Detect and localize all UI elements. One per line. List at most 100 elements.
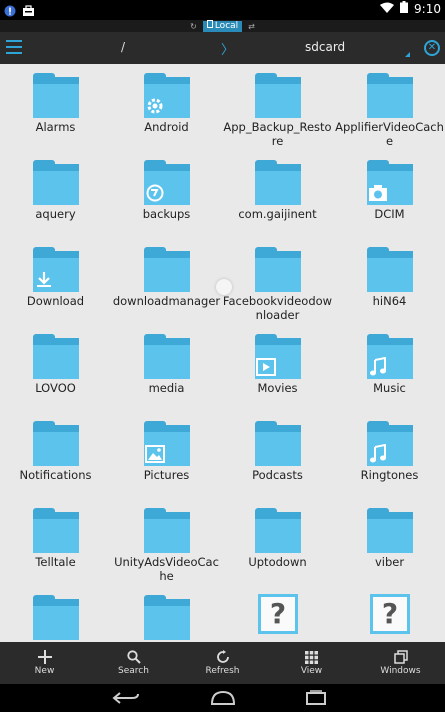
folder-item[interactable]: Uptodown [222,499,333,586]
new-button[interactable]: New [0,642,89,684]
folder-icon [33,334,79,379]
unknown-file-icon: ? [258,594,298,634]
back-icon[interactable] [112,690,140,706]
picture-icon [144,443,166,465]
folder-item[interactable]: Facebookvideodownloader [222,238,333,325]
folder-item[interactable]: media [111,325,222,412]
refresh-button[interactable]: Refresh [178,642,267,684]
folder-icon [367,247,413,292]
folder-icon [33,508,79,553]
folder-icon [255,73,301,118]
folder-icon [367,421,413,466]
music-note-icon [367,443,389,465]
folder-icon [255,508,301,553]
folder-name: com.gaijinent [238,207,317,221]
folder-name: media [148,381,185,395]
folder-icon [144,595,190,640]
folder-item[interactable]: App_Backup_Restore [222,64,333,151]
play-icon [255,356,277,378]
folder-name: Ringtones [360,468,419,482]
folder-icon [144,334,190,379]
location-tab-strip: ↻ Local ⇄ [0,20,445,32]
folder-icon [255,247,301,292]
folder-item[interactable]: Alarms [0,64,111,151]
folder-item[interactable] [0,586,111,642]
folder-name: UnityAdsVideoCache [114,555,219,583]
download-icon [33,269,55,291]
folder-icon [144,247,190,292]
folder-item[interactable]: aquery [0,151,111,238]
status-time: 9:10 [414,1,441,16]
notification-info-icon [4,2,16,21]
system-nav-bar [0,684,445,712]
view-button-label: View [300,665,323,676]
folder-name: Telltale [35,555,76,569]
folder-item[interactable]: Notifications [0,412,111,499]
folder-icon [255,421,301,466]
folder-item[interactable]: LOVOO [0,325,111,412]
folder-item[interactable]: Android [111,64,222,151]
folder-name: viber [374,555,405,569]
folder-item[interactable]: com.gaijinent [222,151,333,238]
folder-item[interactable]: Movies [222,325,333,412]
path-separator-icon: 〉 [221,43,235,58]
folder-name: downloadmanager [112,294,221,308]
file-item[interactable]: ? [222,586,333,642]
folder-item[interactable]: Download [0,238,111,325]
folder-item[interactable]: ApplifierVideoCache [334,64,445,151]
folder-item[interactable]: Podcasts [222,412,333,499]
search-icon [126,650,141,664]
folder-name: aquery [35,207,76,221]
backup-icon [144,182,166,204]
menu-icon[interactable] [6,40,22,54]
folder-name: Movies [257,381,298,395]
folder-item[interactable]: downloadmanager [111,238,222,325]
folder-icon [33,421,79,466]
new-button-label: New [34,666,55,676]
search-button-label: Search [118,666,149,676]
folder-icon [144,160,190,205]
folder-icon [33,160,79,205]
folder-item[interactable]: viber [334,499,445,586]
folder-item[interactable] [111,586,222,642]
folder-icon [144,508,190,553]
home-icon[interactable] [208,690,238,706]
folder-name: Podcasts [252,468,303,482]
folder-item[interactable]: Telltale [0,499,111,586]
path-toolbar: / 〉 sdcard ✕ [0,32,445,64]
folder-item[interactable]: hiN64 [334,238,445,325]
folder-item[interactable]: Ringtones [334,412,445,499]
folder-name: backups [142,207,191,221]
folder-name: Pictures [143,468,190,482]
folder-item[interactable]: Pictures [111,412,222,499]
gear-icon [144,95,166,117]
refresh-icon [216,650,229,663]
path-root[interactable]: / [121,40,125,54]
path-dropdown-icon[interactable] [405,52,410,57]
folder-name: Facebookvideodownloader [222,294,333,322]
path-current-folder[interactable]: sdcard [305,40,345,54]
folder-item[interactable]: Music [334,325,445,412]
camera-icon [367,182,389,204]
folder-name: LOVOO [35,381,76,395]
folder-name: App_Backup_Restore [223,120,332,148]
grid-view-icon [305,650,318,664]
view-button[interactable]: View [267,642,356,684]
search-button[interactable]: Search [89,642,178,684]
refresh-button-label: Refresh [205,666,240,676]
refresh-small-icon[interactable]: ↻ [190,22,197,31]
folder-icon [367,73,413,118]
network-small-icon[interactable]: ⇄ [248,22,255,31]
recent-apps-icon[interactable] [305,690,327,706]
close-icon[interactable]: ✕ [424,40,440,56]
music-note-icon [367,356,389,378]
location-tab-local[interactable]: Local [202,20,243,32]
folder-item[interactable]: UnityAdsVideoCache [111,499,222,586]
file-item[interactable]: ? [334,586,445,642]
folder-item[interactable]: backups [111,151,222,238]
windows-button[interactable]: Windows [356,642,445,684]
unknown-file-icon: ? [370,594,410,634]
folder-name: Download [26,294,85,308]
folder-item[interactable]: DCIM [334,151,445,238]
folder-icon [367,508,413,553]
